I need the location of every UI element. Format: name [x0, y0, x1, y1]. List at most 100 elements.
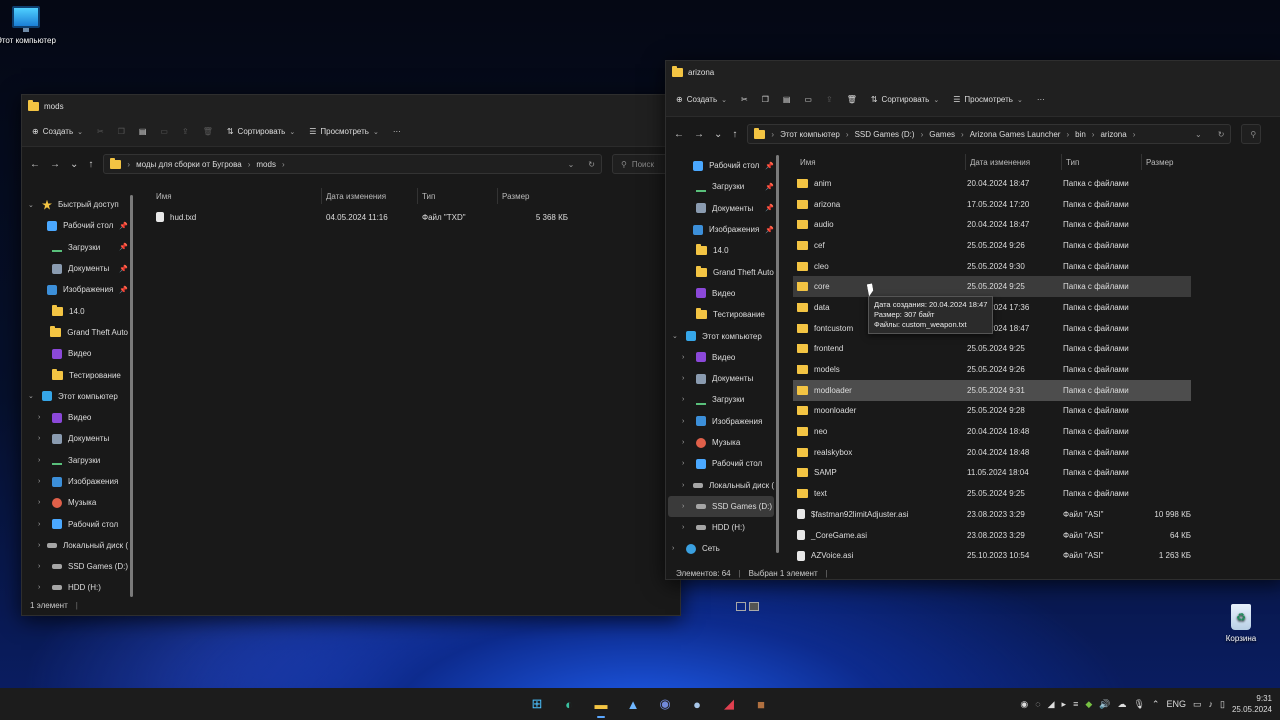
paste-icon[interactable]: ▤: [783, 95, 791, 104]
desktop-icon-recycle-bin[interactable]: ♻ Корзина: [1218, 604, 1264, 643]
nav-item[interactable]: › Сеть: [668, 538, 774, 559]
more-button[interactable]: ···: [393, 127, 401, 136]
file-row[interactable]: models 25.05.2024 9:26 Папка с файлами: [793, 359, 1191, 380]
create-button[interactable]: ⊕ Создать ⌄: [676, 95, 727, 104]
view-button[interactable]: ☰ Просмотреть ⌄: [953, 95, 1023, 104]
expand-chevron-icon[interactable]: ›: [38, 478, 46, 485]
expand-chevron-icon[interactable]: ›: [38, 563, 46, 570]
nav-item[interactable]: Изображения 📌: [24, 279, 128, 300]
tray-icon[interactable]: ◌: [1035, 699, 1040, 709]
expand-chevron-icon[interactable]: ›: [682, 396, 690, 403]
file-row[interactable]: hud.txd 04.05.2024 11:16 Файл "TXD" 5 368 К…: [152, 207, 572, 228]
volume-icon[interactable]: ♪: [1209, 699, 1214, 709]
nav-item[interactable]: › SSD Games (D:): [668, 495, 774, 518]
create-button[interactable]: ⊕ Создать ⌄: [32, 127, 83, 136]
nav-item[interactable]: › Музыка: [24, 492, 128, 513]
chevron-down-icon[interactable]: ⌄: [568, 160, 575, 169]
expand-chevron-icon[interactable]: ›: [682, 354, 690, 361]
expand-chevron-icon[interactable]: ›: [682, 375, 690, 382]
column-size[interactable]: Размер: [498, 188, 553, 204]
expand-chevron-icon[interactable]: ›: [682, 524, 690, 531]
nav-item[interactable]: › Загрузки: [668, 389, 774, 410]
expand-chevron-icon[interactable]: ⌄: [672, 332, 680, 340]
breadcrumb-item[interactable]: Games: [929, 130, 955, 139]
chevron-up-icon[interactable]: ⌃: [1152, 699, 1160, 710]
desktop-icon-this-pc[interactable]: Этот компьютер: [0, 6, 56, 45]
nav-item[interactable]: ⌄ Этот компьютер: [24, 386, 128, 407]
sort-button[interactable]: ⇅ Сортировать ⌄: [871, 95, 939, 104]
expand-chevron-icon[interactable]: ›: [38, 457, 46, 464]
expand-chevron-icon[interactable]: ›: [38, 542, 41, 549]
back-icon[interactable]: ←: [30, 159, 40, 170]
tray-icon[interactable]: ≡: [1073, 699, 1078, 709]
forward-icon[interactable]: →: [50, 159, 60, 170]
nav-item[interactable]: › Документы: [668, 368, 774, 389]
forward-icon[interactable]: →: [694, 129, 704, 140]
file-row[interactable]: core 25.05.2024 9:25 Папка с файлами: [793, 276, 1191, 298]
refresh-icon[interactable]: ↻: [1218, 130, 1225, 139]
recent-chevron-icon[interactable]: ⌄: [714, 129, 722, 140]
nav-item[interactable]: › HDD (H:): [668, 517, 774, 538]
battery-icon[interactable]: ▯: [1220, 699, 1225, 710]
nav-item[interactable]: › SSD Games (D:): [24, 556, 128, 577]
nav-item[interactable]: Тестирование: [24, 364, 128, 385]
column-type[interactable]: Тип: [1062, 154, 1142, 170]
nav-scrollbar[interactable]: [776, 155, 779, 553]
network-icon[interactable]: ▭: [1193, 699, 1202, 710]
nav-item[interactable]: Загрузки 📌: [24, 237, 128, 258]
nav-scrollbar[interactable]: [130, 195, 133, 597]
nav-item[interactable]: Рабочий стол 📌: [668, 155, 774, 176]
column-name[interactable]: Имя: [796, 154, 966, 170]
cut-icon[interactable]: ✂: [741, 95, 748, 104]
breadcrumb-item[interactable]: моды для сборки от Бугрова: [136, 160, 242, 169]
up-icon[interactable]: ↑: [88, 159, 93, 170]
nav-item[interactable]: ⌄ Быстрый доступ: [24, 194, 128, 215]
nav-item[interactable]: Рабочий стол 📌: [24, 215, 128, 236]
column-date[interactable]: Дата изменения: [966, 154, 1062, 170]
rename-icon[interactable]: ▭: [160, 127, 168, 136]
column-type[interactable]: Тип: [418, 188, 498, 204]
expand-chevron-icon[interactable]: ›: [38, 435, 46, 442]
nav-item[interactable]: Документы 📌: [668, 198, 774, 219]
expand-chevron-icon[interactable]: ›: [682, 482, 687, 489]
tray-icon[interactable]: ☁: [1117, 699, 1126, 710]
breadcrumb-item[interactable]: Этот компьютер: [780, 130, 840, 139]
share-icon[interactable]: ⇪: [182, 127, 189, 136]
explorer-icon[interactable]: ▬: [589, 692, 613, 718]
file-row[interactable]: text 25.05.2024 9:25 Папка с файлами: [793, 483, 1191, 504]
breadcrumb-item[interactable]: arizona: [1100, 130, 1126, 139]
breadcrumb-item[interactable]: mods: [256, 160, 276, 169]
up-icon[interactable]: ↑: [732, 129, 737, 140]
nav-item[interactable]: Видео: [668, 283, 774, 304]
photos-icon[interactable]: ▲: [621, 692, 645, 716]
rename-icon[interactable]: ▭: [804, 95, 812, 104]
nav-item[interactable]: 14.0: [668, 240, 774, 261]
expand-chevron-icon[interactable]: ›: [682, 418, 690, 425]
file-row[interactable]: moonloader 25.05.2024 9:28 Папка с файлами: [793, 401, 1191, 422]
file-row[interactable]: realskybox 20.04.2024 18:48 Папка с файлам…: [793, 442, 1191, 463]
start-icon[interactable]: ⊞: [525, 692, 549, 716]
edge-icon[interactable]: ◐: [557, 692, 581, 716]
column-size[interactable]: Размер: [1142, 154, 1192, 170]
nav-item[interactable]: › Изображения: [24, 471, 128, 492]
nav-item[interactable]: ⌄ Этот компьютер: [668, 325, 774, 346]
details-view-icon[interactable]: [736, 602, 746, 611]
file-row[interactable]: cef 25.05.2024 9:26 Папка с файлами: [793, 235, 1191, 256]
file-row[interactable]: cleo 25.05.2024 9:30 Папка с файлами: [793, 256, 1191, 277]
address-bar[interactable]: › Этот компьютер › SSD Games (D:) › Game…: [747, 124, 1232, 144]
more-button[interactable]: ···: [1037, 95, 1045, 104]
discord-tray-icon[interactable]: ◉: [1020, 699, 1028, 710]
launcher-icon[interactable]: ◢: [717, 692, 741, 716]
nav-item[interactable]: › Рабочий стол: [24, 513, 128, 534]
nav-item[interactable]: › Видео: [24, 407, 128, 428]
nav-item[interactable]: › Локальный диск (: [668, 474, 774, 495]
tiles-view-icon[interactable]: [749, 602, 759, 611]
expand-chevron-icon[interactable]: ›: [672, 545, 680, 552]
steam-icon[interactable]: ●: [685, 692, 709, 716]
expand-chevron-icon[interactable]: ⌄: [28, 392, 36, 400]
expand-chevron-icon[interactable]: ›: [38, 584, 46, 591]
copy-icon[interactable]: ❐: [762, 95, 769, 104]
expand-chevron-icon[interactable]: ›: [38, 499, 46, 506]
nvidia-icon[interactable]: ◆: [1085, 699, 1092, 710]
sort-button[interactable]: ⇅ Сортировать ⌄: [227, 127, 295, 136]
